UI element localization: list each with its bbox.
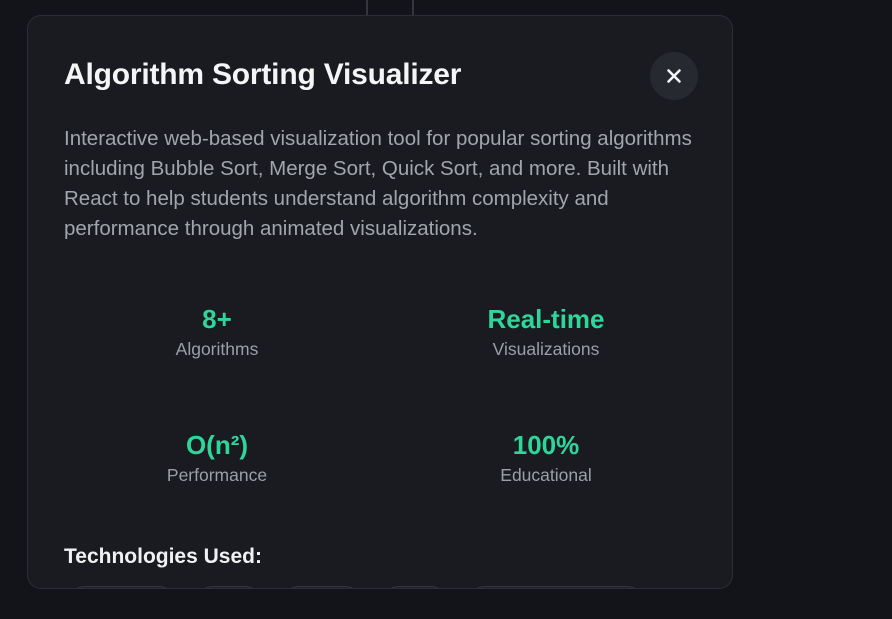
stat-label: Algorithms xyxy=(175,339,259,359)
technology-chip xyxy=(468,586,644,588)
stat-label: Performance xyxy=(166,465,268,485)
background-line xyxy=(366,0,368,16)
stat-educational: 100% Educational xyxy=(396,429,696,487)
background-line xyxy=(412,0,414,16)
technology-chip xyxy=(382,586,448,588)
technology-chip xyxy=(196,586,262,588)
modal-title: Algorithm Sorting Visualizer xyxy=(64,58,462,91)
project-modal: Algorithm Sorting Visualizer Interactive… xyxy=(27,15,733,589)
technology-chip xyxy=(68,586,176,588)
stat-visualizations: Real-time Visualizations xyxy=(396,303,696,361)
stat-value: 8+ xyxy=(202,304,232,334)
stat-label: Visualizations xyxy=(492,339,600,359)
close-icon xyxy=(667,69,681,83)
stat-value: O(n²) xyxy=(185,430,249,460)
close-button[interactable] xyxy=(650,52,698,100)
stat-performance: O(n²) Performance xyxy=(67,429,367,487)
stat-value: Real-time xyxy=(487,304,605,334)
stat-algorithms: 8+ Algorithms xyxy=(67,303,367,361)
technologies-heading: Technologies Used: xyxy=(64,545,262,568)
technology-chip xyxy=(282,586,362,588)
stat-label: Educational xyxy=(500,465,592,485)
stat-value: 100% xyxy=(512,430,580,460)
modal-description: Interactive web-based visualization tool… xyxy=(64,127,692,240)
